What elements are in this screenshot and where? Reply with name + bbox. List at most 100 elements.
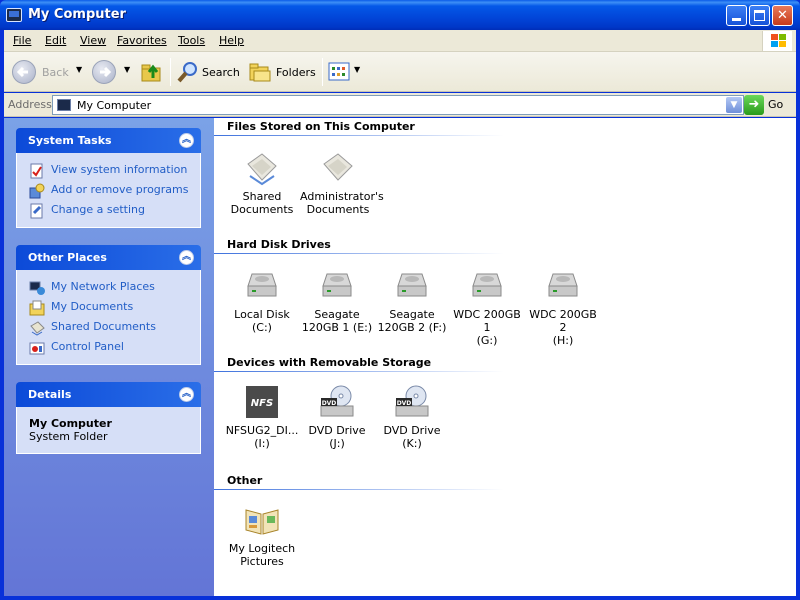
item-label: DVD Drive (J:) [308,424,366,450]
up-button[interactable] [140,58,166,86]
details-panel: Details ︽ My Computer System Folder [16,382,201,454]
administrators-documents-item[interactable]: Administrator's Documents [300,150,384,216]
svg-text:DVD: DVD [397,400,412,407]
maximize-button[interactable] [749,5,770,26]
item-label: WDC 200GB 2 (H:) [529,308,597,347]
item-label: Seagate 120GB 2 (F:) [377,308,447,334]
folders-icon [249,63,271,82]
menu-edit[interactable]: Edit [45,34,66,47]
content-pane: Files Stored on This Computer Shared Docu… [214,118,796,596]
up-folder-icon [141,64,161,82]
group-divider [214,489,504,490]
minimize-button[interactable] [726,5,747,26]
item-label: Local Disk (C:) [234,308,290,334]
back-dropdown-icon[interactable]: ▼ [76,65,82,74]
dvd-drive-icon: DVD [394,384,430,420]
panel-title: System Tasks [28,134,112,147]
task-add-remove-programs[interactable]: Add or remove programs [17,181,200,201]
shared-documents-icon [244,150,280,186]
my-computer-icon [57,99,71,111]
menu-tools[interactable]: Tools [178,34,205,47]
system-tasks-panel: System Tasks ︽ View system information A… [16,128,201,228]
group-divider [214,371,504,372]
drive-e-item[interactable]: Seagate 120GB 1 (E:) [299,268,375,334]
back-arrow-icon [12,60,36,84]
search-button[interactable]: Search [174,58,242,86]
toolbar: Back ▼ ▼ Search Folders ▼ [4,52,796,92]
address-dropdown-button[interactable]: ▼ [726,97,742,113]
task-change-setting[interactable]: Change a setting [17,201,200,221]
panel-title: Other Places [28,251,107,264]
collapse-chevron-icon[interactable]: ︽ [179,250,194,265]
place-my-documents[interactable]: My Documents [17,298,200,318]
dvd-drive-icon: DVD [319,384,355,420]
address-input[interactable]: My Computer ▼ [52,95,744,115]
folders-button[interactable]: Folders [246,58,318,86]
my-documents-icon [29,300,45,316]
task-label: Change a setting [51,203,145,216]
go-label[interactable]: Go [768,98,783,111]
task-pane: System Tasks ︽ View system information A… [4,118,214,596]
item-label: Administrator's Documents [300,190,384,216]
other-places-panel: Other Places ︽ My Network Places My Docu… [16,245,201,365]
search-label: Search [202,66,240,79]
close-button[interactable]: ✕ [772,5,793,26]
system-tasks-header[interactable]: System Tasks ︽ [16,128,201,153]
views-icon [328,62,350,81]
drive-j-item[interactable]: DVD DVD Drive (J:) [299,384,375,450]
task-view-system-info[interactable]: View system information [17,161,200,181]
my-logitech-pictures-item[interactable]: My Logitech Pictures [224,502,300,568]
other-places-header[interactable]: Other Places ︽ [16,245,201,270]
item-label: NFSUG2_DI... (I:) [225,424,299,450]
task-label: View system information [51,163,188,176]
group-header-hard-disks: Hard Disk Drives [227,238,331,251]
drive-i-item[interactable]: NFS NFSUG2_DI... (I:) [224,384,300,450]
go-arrow-icon: ➜ [748,97,760,112]
place-shared-documents[interactable]: Shared Documents [17,318,200,338]
change-setting-icon [30,203,43,219]
shared-documents-icon [30,321,45,336]
control-panel-icon [29,342,45,355]
group-header-other: Other [227,474,263,487]
drive-h-item[interactable]: WDC 200GB 2 (H:) [525,268,601,347]
menu-help[interactable]: Help [219,34,244,47]
drive-k-item[interactable]: DVD DVD Drive (K:) [374,384,450,450]
collapse-chevron-icon[interactable]: ︽ [179,133,194,148]
drive-c-item[interactable]: Local Disk (C:) [224,268,300,334]
panel-title: Details [28,388,72,401]
forward-button[interactable]: ▼ [90,58,136,86]
shared-documents-item[interactable]: Shared Documents [224,150,300,216]
menu-file[interactable]: File [13,34,31,47]
forward-dropdown-icon[interactable]: ▼ [124,65,130,74]
group-header-removable: Devices with Removable Storage [227,356,432,369]
place-label: Shared Documents [51,320,156,333]
item-label: DVD Drive (K:) [383,424,441,450]
go-button[interactable]: ➜ [744,95,764,115]
drive-g-item[interactable]: WDC 200GB 1 (G:) [449,268,525,347]
address-bar: Address My Computer ▼ ➜ Go [4,93,796,117]
window-frame-right [796,30,800,600]
details-header[interactable]: Details ︽ [16,382,201,407]
other-places-body: My Network Places My Documents Shared Do… [16,270,201,365]
menu-favorites[interactable]: Favorites [117,34,167,47]
place-control-panel[interactable]: Control Panel [17,338,200,358]
picture-book-icon [244,502,280,538]
views-button[interactable]: ▼ [326,58,364,86]
hard-disk-icon [244,268,280,304]
svg-text:DVD: DVD [322,400,337,407]
collapse-chevron-icon[interactable]: ︽ [179,387,194,402]
menu-view[interactable]: View [80,34,106,47]
back-button[interactable]: Back ▼ [8,58,86,86]
address-value: My Computer [77,99,152,112]
place-my-network-places[interactable]: My Network Places [17,278,200,298]
toolbar-separator [170,58,171,86]
windows-logo-icon [762,31,792,51]
minimize-icon [732,18,741,21]
maximize-icon [754,10,765,21]
drive-f-item[interactable]: Seagate 120GB 2 (F:) [374,268,450,334]
group-header-files: Files Stored on This Computer [227,120,415,133]
svg-text:NFS: NFS [251,398,273,409]
place-label: My Documents [51,300,134,313]
forward-arrow-icon [92,60,116,84]
title-bar[interactable]: My Computer ✕ [0,0,800,30]
